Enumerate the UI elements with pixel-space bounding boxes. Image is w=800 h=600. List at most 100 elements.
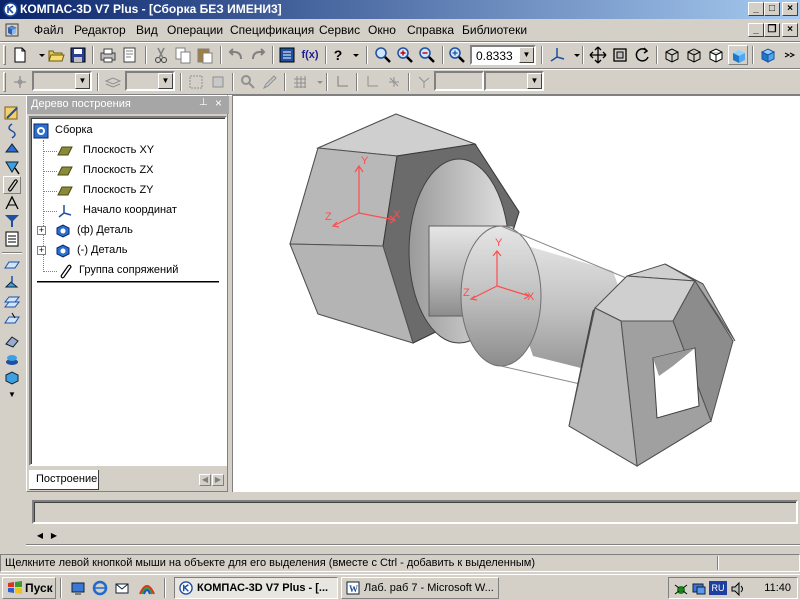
orientation-dropdown-icon[interactable] [567,45,580,65]
tree-close-icon[interactable]: × [215,96,222,110]
language-indicator[interactable]: RU [709,581,727,595]
menu-window[interactable]: Окно [368,23,396,37]
doc-minimize-button[interactable]: _ [748,23,764,37]
style-combo[interactable]: ▼ [32,71,92,91]
tree-item-part-1[interactable]: + (ф) Деталь [37,222,213,240]
menu-view[interactable]: Вид [136,23,158,37]
zoom-in-icon[interactable] [395,45,415,65]
zoom-out-icon[interactable] [417,45,437,65]
eraser-icon[interactable] [3,332,21,350]
filter-icon[interactable] [3,212,21,230]
layers-icon[interactable] [103,72,123,92]
offset-plane-icon[interactable] [3,292,21,310]
ortho-icon[interactable] [362,72,382,92]
volume-icon[interactable] [729,581,745,597]
save-icon[interactable] [68,45,88,65]
pan-icon[interactable] [588,45,608,65]
help-pointer-button[interactable]: ? [331,45,345,65]
tree-item-plane-xy[interactable]: Плоскость XY [43,142,213,160]
doc-restore-button[interactable]: ❐ [764,23,780,37]
edit-icon[interactable] [260,72,280,92]
menu-specification[interactable]: Спецификация [230,23,314,37]
start-button[interactable]: Пуск [2,577,56,599]
mates-icon[interactable] [3,176,21,194]
tree-item-mate-group[interactable]: Группа сопряжений [43,262,213,280]
close-button[interactable]: × [782,2,798,16]
rainbow-app-icon[interactable] [138,580,156,596]
redo-icon[interactable] [248,45,268,65]
toolbar-scroll-icon[interactable]: ▼ [3,390,21,400]
expand-button[interactable]: + [37,246,46,255]
doc-close-button[interactable]: × [782,23,798,37]
measurements-icon[interactable] [3,194,21,212]
menu-service[interactable]: Сервис [319,23,360,37]
cursor-coord-icon[interactable] [414,72,434,92]
wireframe-icon[interactable] [662,45,682,65]
style-dropdown-arrow[interactable]: ▼ [75,73,90,89]
specification-icon[interactable] [3,230,21,248]
tree-view[interactable]: Сборка Плоскость XY Плоскость ZX Плоскос… [29,116,227,466]
task-kompas[interactable]: КОМПАС-3D V7 Plus - [... [174,577,338,599]
zoom-window-icon[interactable] [373,45,393,65]
cursor-x-field[interactable] [434,71,484,91]
plane-op-icon[interactable] [3,256,21,274]
cut-icon[interactable] [151,45,171,65]
new-file-icon[interactable] [10,45,30,65]
tree-panel-header[interactable]: Дерево построения ⊥ × [27,96,229,114]
zoom-scale-icon[interactable] [447,45,467,65]
maximize-button[interactable]: □ [764,2,780,16]
zoom-dropdown-arrow[interactable]: ▼ [519,47,534,63]
hidden-lines-icon[interactable] [684,45,704,65]
tree-item-plane-zy[interactable]: Плоскость ZY [43,182,213,200]
library-part-icon[interactable] [3,368,21,386]
tab-scroll-right-icon[interactable]: ▶ [212,474,224,486]
tree-item-part-2[interactable]: + (-) Деталь [37,242,213,260]
open-folder-icon[interactable] [46,45,66,65]
grid-icon[interactable] [290,72,310,92]
orientation-icon[interactable] [547,45,567,65]
shaded-icon[interactable] [728,45,748,65]
tree-item-origin[interactable]: Начало координат [43,202,213,220]
property-field[interactable] [32,500,798,524]
menu-libraries[interactable]: Библиотеки [462,23,527,37]
antivirus-spider-icon[interactable] [673,581,689,597]
tab-build[interactable]: Построение [29,470,99,490]
curves-icon[interactable] [3,122,21,140]
model-canvas[interactable]: Y Z X Y Z X [233,96,800,493]
local-cs-icon[interactable] [332,72,352,92]
menu-help[interactable]: Справка [407,23,454,37]
hidden-thin-icon[interactable] [706,45,726,65]
variables-fx-button[interactable]: f(x) [299,45,321,65]
panel-scroll-right-icon[interactable]: ▶ [48,530,60,542]
tab-scroll-left-icon[interactable]: ◀ [199,474,211,486]
measure-icon[interactable] [238,72,258,92]
help-dropdown-icon[interactable] [346,45,359,65]
snap-point-icon[interactable] [384,72,404,92]
axis-op-icon[interactable] [3,274,21,292]
model-viewport[interactable]: Y Z X Y Z X [232,95,800,492]
select-all-icon[interactable] [208,72,228,92]
tree-item-plane-zx[interactable]: Плоскость ZX [43,162,213,180]
editing-tools-icon[interactable] [3,104,21,122]
show-desktop-icon[interactable] [70,580,86,596]
menu-operations[interactable]: Операции [167,23,223,37]
surfaces-icon[interactable] [3,140,21,158]
component-insert-icon[interactable] [3,350,21,368]
panel-scroll-left-icon[interactable]: ◀ [34,530,46,542]
rotate-icon[interactable] [632,45,652,65]
copy-icon[interactable] [173,45,193,65]
more-toolbar-icon[interactable] [780,45,800,65]
print-icon[interactable] [98,45,118,65]
menu-editor[interactable]: Редактор [74,23,126,37]
tree-item-assembly[interactable]: Сборка [33,122,213,140]
task-word[interactable]: W Лаб. раб 7 - Microsoft W... [341,577,499,599]
cursor-y-field[interactable]: ▼ [484,71,544,91]
paste-icon[interactable] [195,45,215,65]
pin-icon[interactable]: ⊥ [199,97,208,108]
zoom-value[interactable]: 0.8333 [476,49,513,63]
internet-explorer-icon[interactable] [92,580,108,596]
layer-combo[interactable]: ▼ [125,71,175,91]
layer-dropdown-arrow[interactable]: ▼ [158,73,173,89]
menu-file[interactable]: Файл [34,23,64,37]
point-snap-icon[interactable] [10,72,30,92]
